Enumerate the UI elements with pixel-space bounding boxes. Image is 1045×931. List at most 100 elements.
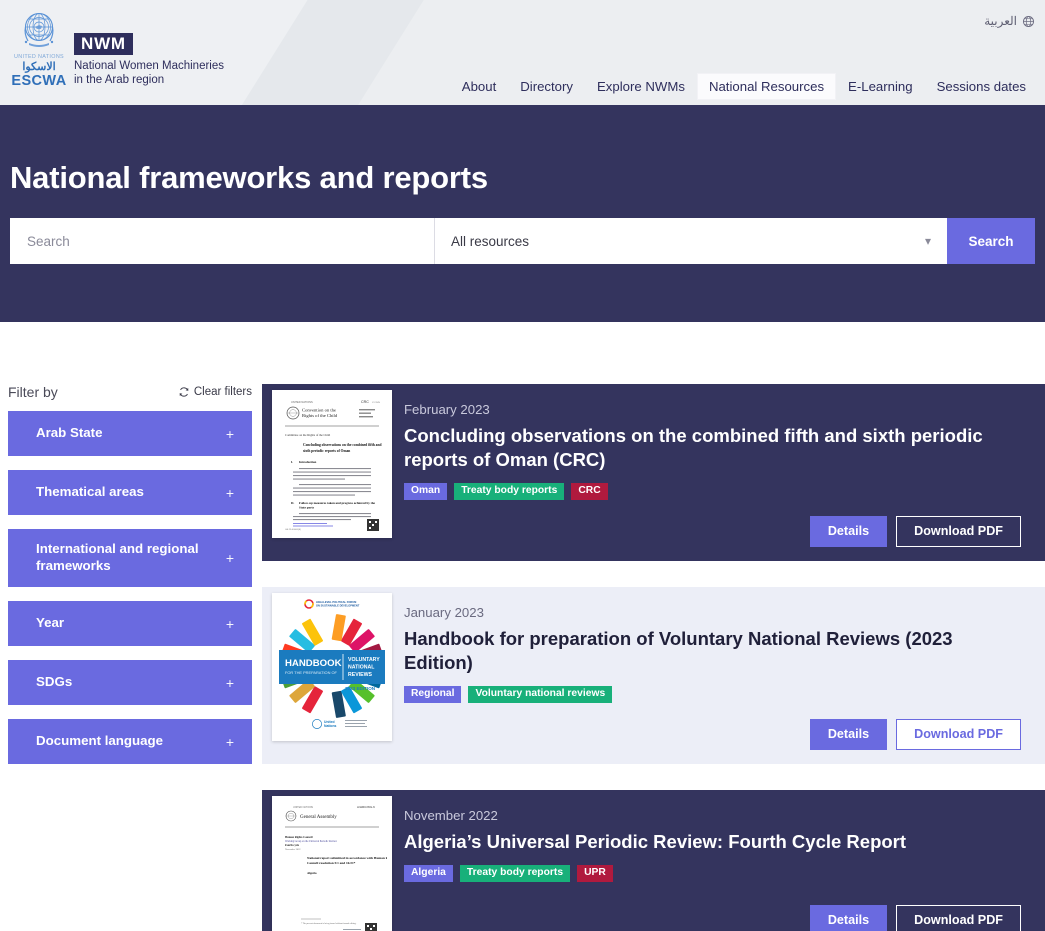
- svg-text:I.: I.: [291, 460, 293, 464]
- nwm-subtitle-line1: National Women Machineries: [74, 60, 224, 72]
- filter-accordion-international-and-regional-frameworks[interactable]: International and regional frameworks +: [8, 529, 252, 587]
- svg-text:Follow-up measures taken and p: Follow-up measures taken and progress ac…: [299, 501, 375, 505]
- tag-mechanism[interactable]: CRC: [571, 483, 608, 501]
- details-button[interactable]: Details: [809, 719, 888, 750]
- refresh-icon: [179, 387, 189, 397]
- filter-label: Document language: [36, 733, 164, 749]
- download-pdf-button[interactable]: Download PDF: [896, 719, 1021, 750]
- document-thumbnail[interactable]: UNITED NATIONS A/HRC/WG.6 General Assemb…: [272, 795, 392, 931]
- document-thumbnail[interactable]: HIGH-LEVEL POLITICAL FORUM ON SUSTAINABL…: [272, 592, 392, 741]
- svg-text:Human Rights Council: Human Rights Council: [285, 836, 313, 839]
- language-switch[interactable]: العربية: [984, 14, 1035, 28]
- nwm-brand[interactable]: NWM National Women Machineries in the Ar…: [74, 33, 224, 88]
- filter-accordion-year[interactable]: Year +: [8, 601, 252, 646]
- svg-text:Committee on the Rights of the: Committee on the Rights of the Child: [285, 433, 331, 437]
- svg-text:Nations: Nations: [324, 724, 337, 728]
- search-input[interactable]: [10, 218, 435, 264]
- svg-text:November 2022: November 2022: [285, 848, 301, 851]
- filter-accordion-thematical-areas[interactable]: Thematical areas +: [8, 470, 252, 515]
- site-header: UNITED NATIONS الاسكوا ESCWA NWM Nationa…: [0, 0, 1045, 105]
- language-switch-label: العربية: [984, 14, 1017, 28]
- expand-plus-icon: +: [225, 550, 234, 566]
- svg-text:Convention on the: Convention on the: [302, 408, 336, 413]
- details-button[interactable]: Details: [809, 905, 888, 931]
- result-card: UNITED NATIONS A/HRC/WG.6 General Assemb…: [262, 789, 1045, 931]
- svg-text:A/HRC/WG.6: A/HRC/WG.6: [357, 805, 375, 809]
- clear-filters-label: Clear filters: [193, 386, 252, 398]
- expand-plus-icon: +: [225, 733, 234, 750]
- result-date: November 2022: [404, 807, 498, 823]
- download-pdf-button[interactable]: Download PDF: [896, 516, 1021, 547]
- nav-item-about[interactable]: About: [451, 74, 507, 99]
- svg-text:II.: II.: [291, 501, 294, 505]
- result-date: February 2023: [404, 402, 490, 417]
- nav-item-directory[interactable]: Directory: [509, 74, 584, 99]
- svg-text:/C/OMN: /C/OMN: [372, 402, 380, 404]
- svg-text:REVIEWS: REVIEWS: [348, 672, 372, 678]
- filter-accordion-sdgs[interactable]: SDGs +: [8, 660, 252, 705]
- download-pdf-button[interactable]: Download PDF: [896, 905, 1021, 931]
- result-card: HIGH-LEVEL POLITICAL FORUM ON SUSTAINABL…: [262, 586, 1045, 764]
- result-tags: Oman Treaty body reports CRC: [404, 483, 1021, 501]
- result-card: UNITED NATIONS CRC /C/OMN Convention on …: [262, 384, 1045, 561]
- un-escwa-logo[interactable]: UNITED NATIONS الاسكوا ESCWA: [8, 5, 70, 89]
- result-title[interactable]: Algeria’s Universal Periodic Review: Fou…: [404, 830, 1021, 854]
- svg-text:VOLUNTARY: VOLUNTARY: [348, 657, 380, 663]
- tag-type[interactable]: Treaty body reports: [459, 865, 571, 883]
- svg-text:* The present document is bein: * The present document is being issued w…: [301, 922, 357, 925]
- svg-text:Algeria: Algeria: [307, 871, 317, 875]
- details-button[interactable]: Details: [809, 516, 888, 547]
- svg-text:sixth periodic reports of Oman: sixth periodic reports of Oman: [303, 449, 350, 453]
- resource-type-select-value: All resources: [451, 233, 530, 249]
- nav-item-sessions-dates[interactable]: Sessions dates: [926, 74, 1037, 99]
- clear-filters-button[interactable]: Clear filters: [178, 386, 252, 398]
- page-content: Filter by Clear filters Arab State + The…: [0, 322, 1045, 931]
- filter-sidebar: Filter by Clear filters Arab State + The…: [0, 384, 262, 931]
- svg-text:Council resolution 5/1 and 16/: Council resolution 5/1 and 16/21*: [307, 861, 356, 865]
- expand-plus-icon: +: [225, 615, 234, 632]
- tag-type[interactable]: Treaty body reports: [454, 483, 565, 501]
- resource-type-select[interactable]: All resources ▾: [435, 218, 947, 264]
- expand-plus-icon: +: [225, 484, 234, 501]
- document-thumbnail[interactable]: UNITED NATIONS CRC /C/OMN Convention on …: [272, 390, 392, 538]
- tag-region[interactable]: Regional: [404, 686, 462, 704]
- filter-label: International and regional frameworks: [36, 541, 199, 573]
- filter-accordion-document-language[interactable]: Document language +: [8, 719, 252, 764]
- result-title[interactable]: Handbook for preparation of Voluntary Na…: [404, 627, 1021, 675]
- svg-text:ON SUSTAINABLE DEVELOPMENT: ON SUSTAINABLE DEVELOPMENT: [316, 604, 360, 608]
- svg-text:GE.23-00000(E): GE.23-00000(E): [285, 529, 301, 531]
- nav-item-national-resources[interactable]: National Resources: [697, 74, 836, 99]
- nwm-subtitle: National Women Machineries in the Arab r…: [74, 59, 224, 88]
- tag-country[interactable]: Algeria: [404, 865, 453, 883]
- result-date: January 2023: [404, 604, 484, 620]
- svg-text:FOR THE PREPARATION OF: FOR THE PREPARATION OF: [285, 670, 338, 675]
- result-actions: Details Download PDF: [404, 500, 1021, 547]
- expand-plus-icon: +: [225, 674, 234, 691]
- svg-text:HIGH-LEVEL POLITICAL FORUM: HIGH-LEVEL POLITICAL FORUM: [316, 600, 356, 604]
- tag-type[interactable]: Voluntary national reviews: [468, 686, 613, 704]
- svg-text:National report submitted in a: National report submitted in accordance …: [307, 856, 387, 860]
- tag-country[interactable]: Oman: [404, 483, 448, 501]
- filter-label: SDGs: [36, 674, 73, 690]
- nav-item-explore-nwms[interactable]: Explore NWMs: [586, 74, 696, 99]
- svg-text:Introduction: Introduction: [299, 460, 317, 464]
- filter-header: Filter by Clear filters: [8, 384, 252, 400]
- result-actions: Details Download PDF: [404, 889, 1021, 931]
- svg-text:General Assembly: General Assembly: [300, 815, 337, 820]
- result-card-body: November 2022 Algeria’s Universal Period…: [404, 790, 1045, 931]
- tag-mechanism[interactable]: UPR: [577, 865, 613, 883]
- svg-text:Concluding observations on the: Concluding observations on the combined …: [303, 443, 381, 447]
- escwa-acronym-label: ESCWA: [11, 72, 67, 89]
- result-title[interactable]: Concluding observations on the combined …: [404, 424, 1021, 472]
- svg-text:State party: State party: [299, 506, 315, 510]
- result-tags: Algeria Treaty body reports UPR: [404, 865, 1021, 883]
- svg-text:Rights of the Child: Rights of the Child: [302, 413, 338, 418]
- hero-section: National frameworks and reports All reso…: [0, 105, 1045, 322]
- svg-text:CRC: CRC: [361, 400, 369, 404]
- main-navigation: About Directory Explore NWMs National Re…: [451, 74, 1037, 99]
- filter-label: Year: [36, 615, 65, 631]
- filter-accordion-arab-state[interactable]: Arab State +: [8, 411, 252, 456]
- svg-text:Fourth cycle: Fourth cycle: [285, 844, 300, 847]
- search-button[interactable]: Search: [947, 218, 1035, 264]
- nav-item-e-learning[interactable]: E-Learning: [837, 74, 924, 99]
